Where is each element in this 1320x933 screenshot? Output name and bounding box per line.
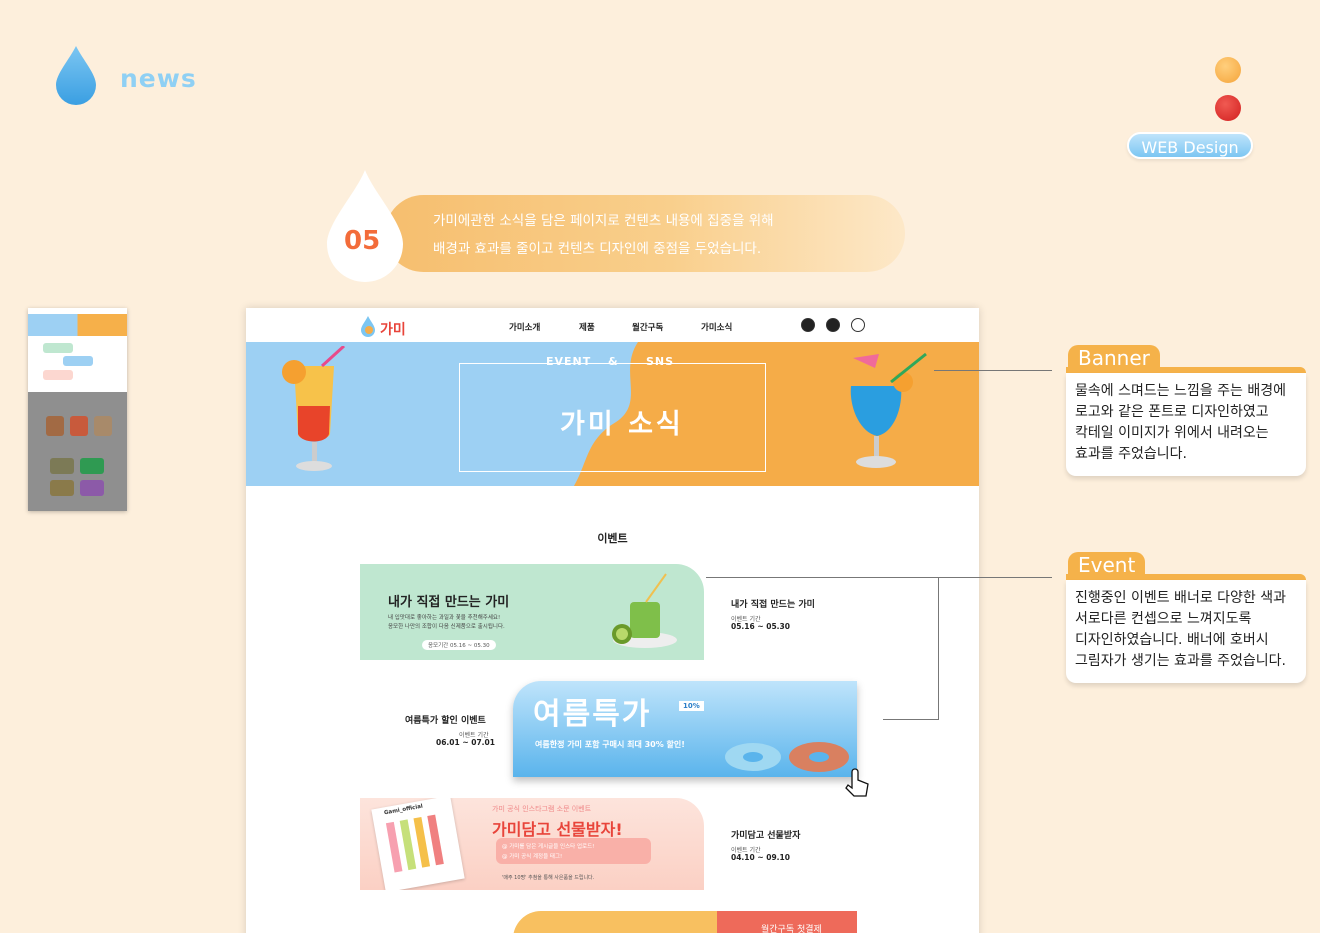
float-ring-icon [725, 742, 849, 772]
banner-note: 물속에 스며드는 느낌을 주는 배경에 로고와 같은 폰트로 디자인하였고 칵테… [1066, 373, 1306, 476]
thumb-card [94, 416, 112, 436]
event-title: 여름특가 할인 이벤트 [405, 716, 486, 726]
web-design-badge: WEB Design [1127, 132, 1253, 159]
nav-item[interactable]: 가미소개 [509, 321, 540, 333]
banner-desc: 응모한 나만의 조합이 다음 신제품으로 출시됩니다. [388, 624, 505, 630]
gami-logo-icon: 가미 [361, 316, 406, 338]
event-connector-line [706, 577, 1052, 578]
note-line: 그림자가 생기는 효과를 주었습니다. [1075, 653, 1286, 669]
hero-banner: EVENT & SNS 가미 소식 [246, 342, 979, 486]
intro-line-2: 배경과 효과를 줄이고 컨텐츠 디자인에 중점을 두었습니다. [433, 241, 762, 257]
search-icon[interactable] [851, 318, 865, 332]
svg-text:가미: 가미 [380, 322, 406, 338]
section-number: 05 [344, 226, 381, 256]
event-banner-instagram[interactable]: Gami_official 가미 공식 인스타그램 소문 이벤트 가미담고 선물… [360, 798, 704, 890]
event-connector-line [938, 577, 939, 720]
banner-foot: '매주 10명' 추첨을 통해 사은품을 드립니다. [502, 875, 595, 881]
insta-handle: Gami_official [383, 803, 424, 817]
banner-line: @ 가미를 담은 게시글을 인스타 업로드! [502, 844, 595, 850]
banner-line: @ 가미 공식 계정을 태그! [502, 854, 563, 860]
intro-line-1: 가미에관한 소식을 담은 페이지로 컨텐츠 내용에 집중을 위해 [433, 213, 774, 229]
nav-item[interactable]: 제품 [579, 321, 595, 333]
thumb-card [70, 416, 88, 436]
note-line: 진행중인 이벤트 배너로 다양한 색과 [1075, 590, 1286, 606]
event-banner-summer[interactable]: 여름특가 10% 여름한정 가미 포함 구매시 최대 30% 할인! [513, 681, 857, 777]
hero-title: 가미 소식 [560, 409, 684, 440]
banner-title: 월간구독 첫결제 [761, 925, 822, 933]
cocktail-right-icon [850, 352, 927, 468]
note-line: 로고와 같은 폰트로 디자인하였고 [1075, 404, 1269, 420]
stick-pack [427, 814, 444, 866]
intro-text: 가미에관한 소식을 담은 페이지로 컨텐츠 내용에 집중을 위해 배경과 효과를… [433, 207, 774, 263]
event-banner-diy[interactable]: 내가 직접 만드는 가미 내 입맛대로 좋아하는 과일과 꽃을 추천해주세요! … [360, 564, 704, 660]
event-date: 04.10 ~ 09.10 [731, 853, 790, 862]
page-title: news [120, 64, 197, 93]
orange-dot [1215, 57, 1241, 83]
banner-desc: 여름한정 가미 포함 구매시 최대 30% 할인! [535, 740, 685, 749]
stick-pack [413, 817, 431, 868]
pointer-cursor-icon [845, 768, 869, 797]
thumb-card [63, 356, 93, 366]
insta-post-card: Gami_official [371, 798, 465, 890]
event-connector-line [883, 719, 939, 720]
event-date: 05.16 ~ 05.30 [731, 622, 790, 631]
banner-connector-line [934, 370, 1052, 371]
event-title: 내가 직접 만드는 가미 [731, 600, 815, 610]
thumb-dimmed-area [28, 392, 127, 511]
note-line: 칵테일 이미지가 위에서 내려오는 [1075, 425, 1269, 441]
water-drop-logo-icon [56, 46, 96, 105]
banner-desc: 내 입맛대로 좋아하는 과일과 꽃을 추천해주세요! [388, 615, 501, 621]
stick-pack [399, 819, 417, 871]
note-line: 물속에 스며드는 느낌을 주는 배경에 [1075, 383, 1286, 399]
thumb-card [43, 343, 73, 353]
cocktail-left-icon [282, 346, 346, 471]
thumb-card [46, 416, 64, 436]
thumb-card [80, 480, 104, 496]
website-mockup: 가미 가미소개 제품 월간구독 가미소식 EVENT & SNS 가미 소식 이… [246, 308, 979, 933]
banner-speech-box: @ 가미를 담은 게시글을 인스타 업로드! @ 가미 공식 계정을 태그! [496, 838, 651, 864]
event-title: 가미담고 선물받자 [731, 831, 801, 841]
thumb-card [50, 480, 74, 496]
event-date: 06.01 ~ 07.01 [436, 738, 495, 747]
thumb-card [50, 458, 74, 474]
thumb-hero [28, 314, 127, 336]
hero-sub-event: EVENT [546, 355, 592, 368]
kiwi-drink-icon [612, 573, 677, 648]
note-line: 서로다른 컨셉으로 느껴지도록 [1075, 611, 1252, 627]
hero-sub-amp: & [608, 355, 619, 368]
banner-title: 여름특가 [533, 697, 652, 732]
event-note: 진행중인 이벤트 배너로 다양한 색과 서로다른 컨셉으로 느껴지도록 디자인하… [1066, 580, 1306, 683]
event-banner-subscription[interactable]: 월간구독 첫결제 [513, 911, 857, 933]
nav-item[interactable]: 월간구독 [632, 321, 663, 333]
thumb-card [80, 458, 104, 474]
banner-title: 가미담고 선물받자! [492, 820, 623, 839]
red-dot [1215, 95, 1241, 121]
banner-title: 내가 직접 만드는 가미 [388, 595, 510, 610]
hero-sub-sns: SNS [646, 355, 675, 368]
section-title: 이벤트 [597, 532, 628, 545]
note-line: 효과를 주었습니다. [1075, 446, 1187, 462]
page-thumbnail [28, 308, 127, 511]
user-icon[interactable] [801, 318, 815, 332]
banner-top: 가미 공식 인스타그램 소문 이벤트 [492, 805, 592, 813]
note-line: 디자인하였습니다. 배너에 호버시 [1075, 632, 1269, 648]
stick-pack [385, 821, 403, 873]
thumb-card [43, 370, 73, 380]
nav-item[interactable]: 가미소식 [701, 321, 732, 333]
banner-period: 응모기간 05.16 ~ 05.30 [422, 640, 496, 650]
cart-icon[interactable] [826, 318, 840, 332]
banner-badge: 10% [679, 701, 704, 711]
